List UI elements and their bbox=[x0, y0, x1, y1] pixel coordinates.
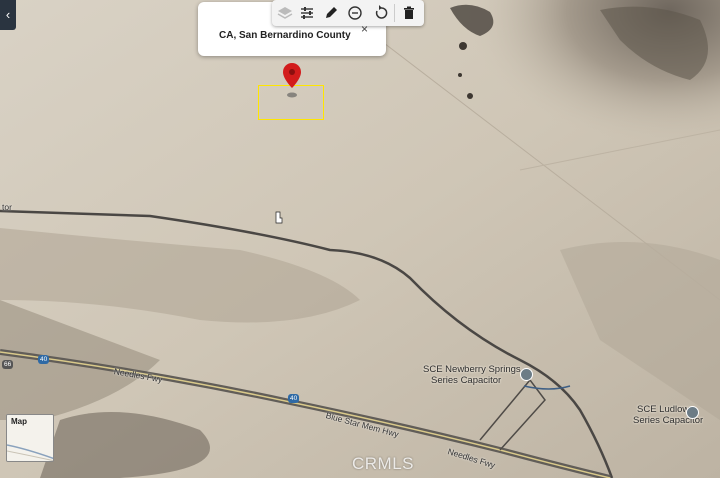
watermark: CRMLS bbox=[352, 454, 415, 473]
pencil-icon[interactable] bbox=[320, 2, 342, 24]
place-subtitle: Series Capacitor bbox=[431, 375, 502, 386]
place-label-newberry[interactable]: SCE Newberry Springs Series Capacitor bbox=[423, 364, 521, 386]
map-type-toggle[interactable]: Map bbox=[6, 414, 54, 462]
back-button[interactable]: ‹ bbox=[0, 0, 16, 30]
settings-sliders-icon[interactable] bbox=[296, 2, 318, 24]
interstate-shield-icon: 40 bbox=[38, 355, 50, 364]
toolbar-divider bbox=[394, 4, 395, 22]
location-pin-icon[interactable] bbox=[281, 62, 303, 98]
interstate-shield-icon: 40 bbox=[288, 394, 300, 403]
popup-title: CA, San Bernardino County bbox=[219, 30, 351, 41]
place-name: SCE Newberry Springs bbox=[423, 364, 521, 375]
map-toolbar bbox=[272, 0, 424, 26]
layers-icon[interactable] bbox=[274, 2, 296, 24]
satellite-map[interactable] bbox=[0, 0, 720, 478]
road-label-partial: tor bbox=[2, 202, 12, 212]
substation-icon[interactable] bbox=[686, 406, 699, 419]
route-shield-icon: 66 bbox=[2, 360, 14, 369]
measure-icon[interactable] bbox=[344, 2, 366, 24]
substation-icon[interactable] bbox=[520, 368, 533, 381]
minimap-label: Map bbox=[11, 417, 27, 426]
trash-icon[interactable] bbox=[398, 2, 420, 24]
undo-icon[interactable] bbox=[370, 2, 392, 24]
